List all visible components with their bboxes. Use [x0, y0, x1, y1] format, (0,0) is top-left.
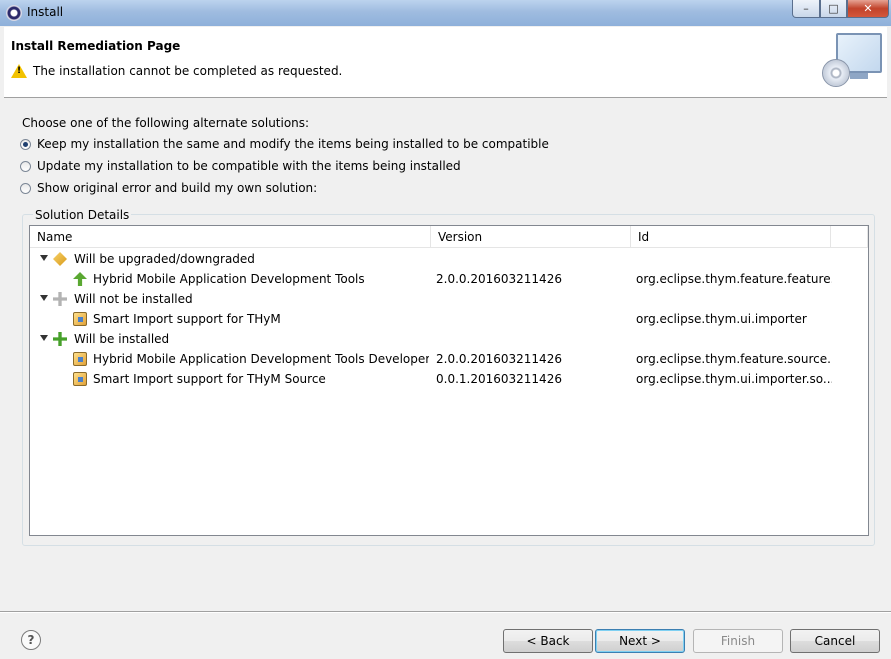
- plugin-icon: [73, 312, 87, 326]
- monitor-stand-icon: [850, 73, 868, 79]
- row-name: Hybrid Mobile Application Development To…: [93, 272, 365, 286]
- radio-unchecked-icon[interactable]: [20, 183, 31, 194]
- tree-row[interactable]: Smart Import support for THyM Source 0.0…: [30, 369, 868, 389]
- cd-icon: [822, 59, 850, 87]
- help-icon[interactable]: ?: [21, 630, 41, 650]
- window-title: Install: [27, 5, 64, 19]
- option-label: Keep my installation the same and modify…: [37, 137, 549, 151]
- solution-details-label: Solution Details: [33, 208, 132, 222]
- row-name: Smart Import support for THyM Source: [93, 372, 326, 386]
- tree-row[interactable]: Smart Import support for THyM org.eclips…: [30, 309, 868, 329]
- row-name: Hybrid Mobile Application Development To…: [93, 352, 429, 366]
- tree-row[interactable]: Hybrid Mobile Application Development To…: [30, 349, 868, 369]
- expand-arrow-icon[interactable]: [40, 295, 48, 301]
- column-header-id[interactable]: Id: [631, 226, 831, 248]
- options-label: Choose one of the following alternate so…: [22, 116, 310, 130]
- page-title: Install Remediation Page: [11, 39, 181, 53]
- bottom-separator-highlight: [0, 612, 891, 613]
- finish-button[interactable]: Finish: [693, 629, 783, 653]
- tree-row[interactable]: Hybrid Mobile Application Development To…: [30, 269, 868, 289]
- title-bar: Install – □ ✕: [0, 0, 891, 26]
- expand-arrow-icon[interactable]: [40, 335, 48, 341]
- tree-row[interactable]: Will not be installed: [30, 289, 868, 309]
- cancel-button[interactable]: Cancel: [790, 629, 880, 653]
- plus-grey-icon: [53, 292, 67, 306]
- header-message: The installation cannot be completed as …: [33, 64, 343, 78]
- expand-arrow-icon[interactable]: [40, 255, 48, 261]
- column-header-name[interactable]: Name: [30, 226, 431, 248]
- row-id: org.eclipse.thym.feature.source...: [636, 352, 832, 366]
- radio-unchecked-icon[interactable]: [20, 161, 31, 172]
- next-button[interactable]: Next >: [595, 629, 685, 653]
- row-id: org.eclipse.thym.feature.feature...: [636, 272, 832, 286]
- wizard-header: Install Remediation Page ! The installat…: [4, 27, 887, 98]
- maximize-button[interactable]: □: [820, 0, 847, 18]
- update-icon: [53, 252, 67, 266]
- option-label: Show original error and build my own sol…: [37, 181, 318, 195]
- tree-row[interactable]: Will be upgraded/downgraded: [30, 249, 868, 269]
- column-header-filler: [831, 226, 868, 248]
- row-version: 0.0.1.201603211426: [436, 372, 562, 386]
- arrow-up-icon: [73, 272, 87, 286]
- tree-row[interactable]: Will be installed: [30, 329, 868, 349]
- minimize-button[interactable]: –: [792, 0, 820, 18]
- row-name: Will not be installed: [74, 292, 193, 306]
- row-version: 2.0.0.201603211426: [436, 272, 562, 286]
- row-name: Will be installed: [74, 332, 170, 346]
- plugin-icon: [73, 352, 87, 366]
- warning-icon-mark: !: [17, 66, 22, 76]
- row-version: 2.0.0.201603211426: [436, 352, 562, 366]
- row-id: org.eclipse.thym.ui.importer: [636, 312, 807, 326]
- back-button[interactable]: < Back: [503, 629, 593, 653]
- close-button[interactable]: ✕: [847, 0, 889, 18]
- plus-green-icon: [53, 332, 67, 346]
- column-header-version[interactable]: Version: [431, 226, 631, 248]
- eclipse-icon: [6, 5, 22, 21]
- row-name: Will be upgraded/downgraded: [74, 252, 255, 266]
- row-name: Smart Import support for THyM: [93, 312, 281, 326]
- row-id: org.eclipse.thym.ui.importer.so...: [636, 372, 832, 386]
- radio-checked-icon[interactable]: [20, 139, 31, 150]
- plugin-icon: [73, 372, 87, 386]
- option-label: Update my installation to be compatible …: [37, 159, 461, 173]
- solution-tree[interactable]: Name Version Id Will be upgraded/downgra…: [29, 225, 869, 536]
